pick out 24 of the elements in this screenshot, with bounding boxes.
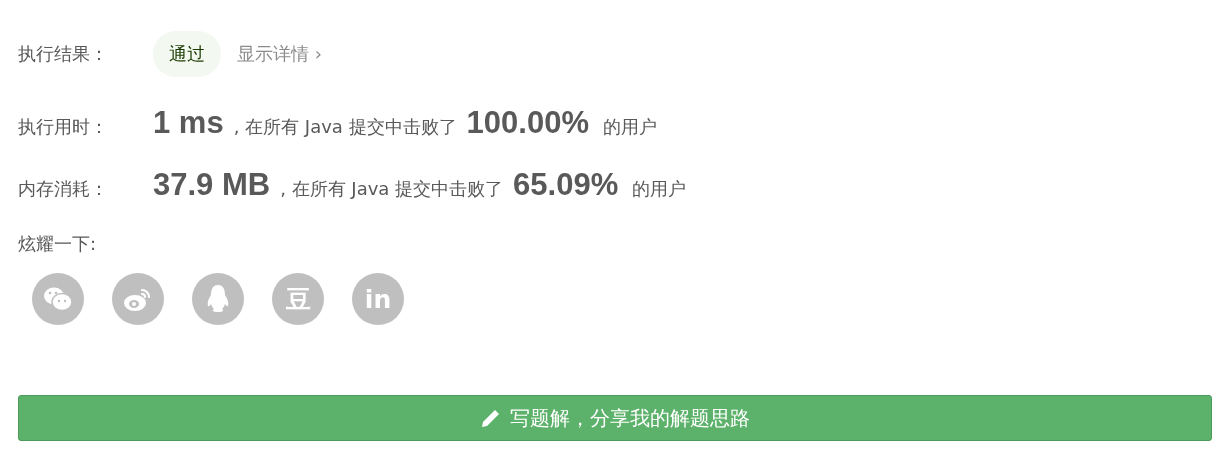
stat-percent: 100.00% bbox=[466, 105, 589, 141]
share-button[interactable]: 豆 bbox=[272, 273, 324, 325]
write-solution-button[interactable]: 写题解，分享我的解题思路 bbox=[18, 395, 1212, 441]
details-link[interactable]: 显示详情 › bbox=[237, 42, 322, 66]
stat-value: 37.9 MB bbox=[153, 167, 271, 203]
result-label: 执行结果： bbox=[18, 42, 109, 66]
share-button[interactable] bbox=[32, 273, 84, 325]
stat-text: 的用户 bbox=[603, 115, 657, 139]
share-button[interactable] bbox=[192, 273, 244, 325]
stat-label: 执行用时： bbox=[18, 115, 109, 139]
stat-text: , 在所有 Java 提交中击败了 bbox=[233, 115, 457, 139]
chat-bubbles-icon bbox=[43, 286, 73, 312]
status-label: 通过 bbox=[169, 43, 205, 64]
stat-text: 的用户 bbox=[632, 177, 687, 201]
stat-value: 1 ms bbox=[153, 105, 224, 141]
pencil-icon bbox=[480, 407, 502, 429]
share-button[interactable] bbox=[112, 273, 164, 325]
penguin-icon bbox=[206, 284, 230, 314]
stat-percent: 65.09% bbox=[513, 167, 619, 203]
stat-text: , 在所有 Java 提交中击败了 bbox=[280, 177, 504, 201]
stat-label: 内存消耗： bbox=[18, 177, 109, 201]
share-button[interactable]: in bbox=[352, 273, 404, 325]
share-label: 炫耀一下: bbox=[18, 232, 98, 256]
eye-waves-icon bbox=[123, 286, 153, 312]
